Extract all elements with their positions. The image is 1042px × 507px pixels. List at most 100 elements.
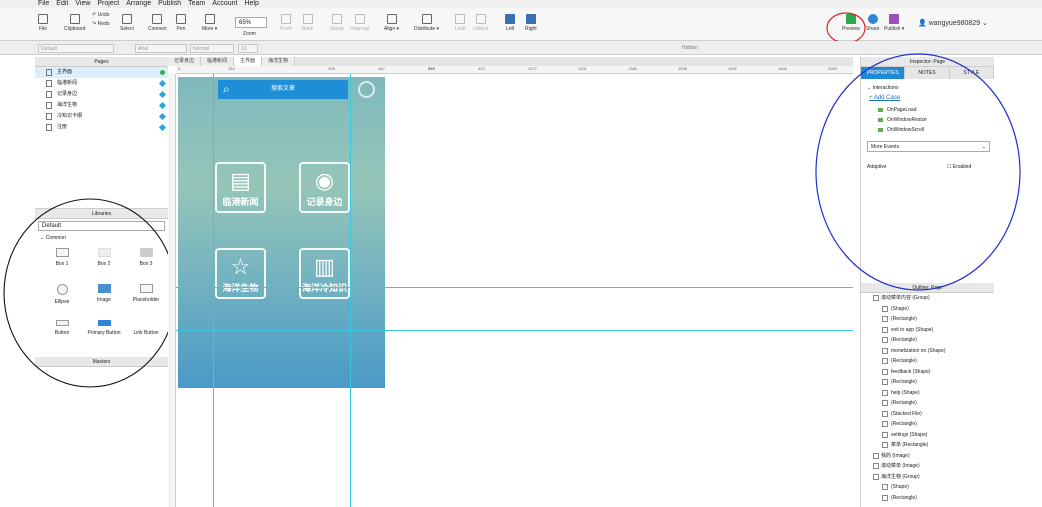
page-item[interactable]: 冷知识卡纲 [35,111,168,122]
search-bar[interactable]: ⌕ 搜索文章 [218,80,348,99]
group-button[interactable]: Group [330,14,344,32]
menu-team[interactable]: Team [188,0,205,8]
outline-item[interactable]: settings (Shape) [861,430,994,441]
tile-record[interactable]: ◉ 记录身边 [299,162,350,213]
undo-button[interactable]: ↶ Undo [92,12,110,18]
align-left-icon [505,14,515,24]
weight-select[interactable]: Normal [190,44,234,53]
canvas-area[interactable]: 记录身边 临港新闻 主界面 海洋生物 0 154 308 462 615 769… [168,57,853,507]
outline-item[interactable]: 滚动菜单 (Image) [861,461,994,472]
cloud-icon [867,14,878,24]
menu-edit[interactable]: Edit [56,0,68,8]
file-button[interactable]: File [38,14,48,32]
font-select[interactable]: Arial [135,44,187,53]
guide-line[interactable] [176,330,853,331]
menu-view[interactable]: View [75,0,90,8]
horizontal-ruler: 0 154 308 462 615 769 923 1077 1231 1385… [176,66,853,74]
widget-icon [882,410,888,417]
hidden-checkbox[interactable]: Hidden [680,44,720,53]
more-button[interactable]: More ▾ [202,14,217,32]
size-select[interactable]: 13 [238,44,258,53]
guide-line[interactable] [350,74,351,507]
outline-item[interactable]: (Stacked File) [861,409,994,420]
share-button[interactable]: Share [866,14,879,32]
align-right-icon [525,14,536,24]
clipboard-button[interactable]: Clipboard [64,14,85,32]
page-icon [46,91,52,98]
tab-page[interactable]: 记录身边 [168,57,202,66]
outline-item[interactable]: (Rectangle) [861,493,994,504]
distribute-button[interactable]: Distribute ▾ [414,14,439,32]
front-button[interactable]: Front [280,14,292,32]
outline-item[interactable]: (Rectangle) [861,335,994,346]
menu-project[interactable]: Project [97,0,119,8]
menu-arrange[interactable]: Arrange [126,0,151,8]
outline-item[interactable]: 我的 (Image) [861,451,994,462]
outline-item[interactable]: (Rectangle) [861,419,994,430]
outline-item[interactable]: monetization on (Shape) [861,346,994,357]
right-button[interactable]: Right [525,14,537,32]
connect-icon [152,14,163,24]
outline-item[interactable]: 海洋生物 (Group) [861,472,994,483]
outline-item[interactable]: (Rectangle) [861,398,994,409]
widget-icon [882,421,888,427]
back-button[interactable]: Back [302,14,313,32]
unlock-button[interactable]: Unlock [473,14,488,32]
widget-icon [882,431,888,438]
user-icon: 👤 [918,20,927,27]
style-select[interactable]: Default [38,44,114,53]
page-icon [46,113,52,120]
page-item[interactable]: 主界面 [35,67,168,78]
outline-item[interactable]: (Shape) [861,482,994,493]
tile-news[interactable]: ▤ 临港新闻 [215,162,266,213]
outline-item[interactable]: feedback (Shape) [861,367,994,378]
pages-panel: Pages 主界面 临港新闻 记录身边 海洋生物 冷知识卡纲 注册 [35,57,168,207]
menu-publish[interactable]: Publish [158,0,181,8]
zoom-select[interactable]: 65% [235,17,267,28]
lock-button[interactable]: Lock [455,14,466,32]
back-icon [302,14,313,24]
avatar[interactable] [358,81,375,98]
page-item[interactable]: 临港新闻 [35,78,168,89]
clipboard-icon [69,14,80,24]
outline-panel: Outline: Page 滚动菜单内容 (Group) (Shape) (Rect… [860,283,994,507]
outline-list: 滚动菜单内容 (Group) (Shape) (Rectangle) exit to … [861,293,994,503]
outline-item[interactable]: 菜单 (Rectangle) [861,440,994,451]
left-button[interactable]: Left [505,14,515,32]
vertical-ruler [168,74,176,507]
outline-item[interactable]: (Rectangle) [861,314,994,325]
outline-item[interactable]: (Rectangle) [861,377,994,388]
menu-file[interactable]: File [38,0,49,8]
outline-item[interactable]: exit to app (Shape) [861,325,994,336]
tab-page[interactable]: 临港新闻 [201,57,235,66]
page-item[interactable]: 记录身边 [35,89,168,100]
publish-icon [889,14,900,24]
tile-ocean-trivia[interactable]: ▥ 海洋冷知识 [299,248,350,299]
connect-button[interactable]: Connect [148,14,167,32]
align-icon [386,14,397,24]
menu-account[interactable]: Account [212,0,237,8]
outline-item[interactable]: (Rectangle) [861,356,994,367]
tab-page-active[interactable]: 主界面 [234,57,263,66]
select-button[interactable]: Select [120,14,134,32]
redo-button[interactable]: ↷ Redo [92,21,110,27]
outline-item[interactable]: (Shape) [861,304,994,315]
widget-icon [882,305,888,312]
user-menu[interactable]: 👤 wangyue980829 ⌄ [918,19,988,27]
guide-line[interactable] [176,287,853,288]
widget-icon [882,442,888,448]
menu-help[interactable]: Help [244,0,258,8]
page-item[interactable]: 注册 [35,122,168,133]
tile-marine-life[interactable]: ☆ 海洋生物 [215,248,266,299]
page-item[interactable]: 海洋生物 [35,100,168,111]
publish-button[interactable]: Publish ▾ [884,14,904,32]
ungroup-button[interactable]: Ungroup [350,14,369,32]
align-button[interactable]: Align ▾ [384,14,399,32]
outline-item[interactable]: help (Shape) [861,388,994,399]
widget-icon [882,484,888,490]
page-status-icon [158,123,167,132]
guide-line[interactable] [213,74,214,507]
tab-page[interactable]: 海洋生物 [262,57,296,66]
file-icon [38,14,48,24]
pen-button[interactable]: Pen [176,14,186,32]
